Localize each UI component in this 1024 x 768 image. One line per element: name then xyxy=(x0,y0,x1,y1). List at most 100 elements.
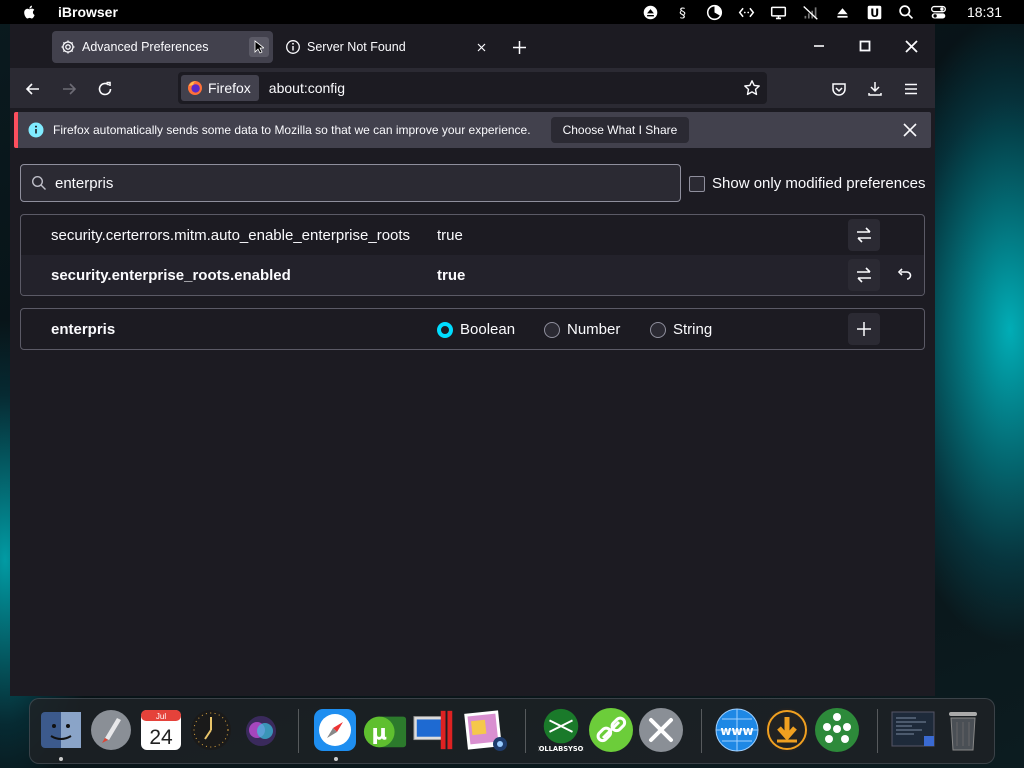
menu-button[interactable] xyxy=(898,76,924,102)
close-notification-icon[interactable] xyxy=(901,121,919,139)
type-radio-string[interactable]: String xyxy=(650,321,712,338)
photo-preview-icon[interactable] xyxy=(462,707,508,753)
upload-icon[interactable] xyxy=(827,0,859,24)
preference-name: security.certerrors.mitm.auto_enable_ent… xyxy=(51,226,411,244)
firefox-icon xyxy=(188,81,202,95)
close-icon xyxy=(904,39,918,53)
preference-value[interactable]: true xyxy=(437,227,463,244)
show-modified-label: Show only modified preferences xyxy=(712,175,926,192)
radio-unselected[interactable] xyxy=(544,321,560,338)
info-icon xyxy=(286,40,300,54)
dollar-icon[interactable]: § xyxy=(667,0,699,24)
no-signal-icon[interactable] xyxy=(795,0,827,24)
www-icon[interactable]: www xyxy=(714,707,760,753)
svg-text:µ: µ xyxy=(371,720,387,745)
maximize-icon xyxy=(859,40,871,52)
eject-icon[interactable] xyxy=(635,0,667,24)
new-tab-button[interactable] xyxy=(508,36,530,58)
download-icon xyxy=(868,82,882,96)
launchpad-icon[interactable] xyxy=(88,707,134,753)
finder-icon[interactable] xyxy=(38,707,84,753)
telemetry-notification: Firefox automatically sends some data to… xyxy=(14,112,931,148)
reload-icon xyxy=(98,81,112,96)
info-icon xyxy=(28,122,44,138)
about-config-page: enterpris Show only modified preferences… xyxy=(10,152,935,696)
pocket-icon xyxy=(832,83,846,96)
collabsysos-icon[interactable]: COLLABSYSOS xyxy=(538,707,584,753)
search-icon xyxy=(31,175,46,190)
reload-button[interactable] xyxy=(92,76,118,102)
menubar-clock[interactable]: 18:31 xyxy=(967,4,1002,20)
close-tab-button[interactable] xyxy=(249,37,269,57)
pie-chart-icon[interactable] xyxy=(699,0,731,24)
url-bar[interactable]: Firefox about:config xyxy=(178,72,767,104)
close-window-button[interactable] xyxy=(888,24,934,68)
tab-advanced-preferences[interactable]: Advanced Preferences xyxy=(52,31,273,63)
minimize-button[interactable] xyxy=(796,24,842,68)
toggle-arrows-icon xyxy=(857,267,871,283)
close-tab-button[interactable] xyxy=(473,39,489,55)
radio-label: Number xyxy=(567,321,621,338)
radio-unselected[interactable] xyxy=(650,321,666,338)
code-icon[interactable] xyxy=(731,0,763,24)
u-badge-icon[interactable]: U xyxy=(859,0,891,24)
clock-icon[interactable] xyxy=(188,707,234,753)
show-modified-checkbox[interactable]: Show only modified preferences xyxy=(689,175,925,192)
url-text[interactable]: about:config xyxy=(269,80,345,96)
running-indicator xyxy=(59,757,63,761)
svg-text:www: www xyxy=(720,724,753,738)
identity-box[interactable]: Firefox xyxy=(181,75,259,101)
type-radio-boolean[interactable]: Boolean xyxy=(437,321,515,338)
maximize-button[interactable] xyxy=(842,24,888,68)
preferences-table: security.certerrors.mitm.auto_enable_ent… xyxy=(20,214,925,296)
downloads-button[interactable] xyxy=(862,76,888,102)
pocket-button[interactable] xyxy=(826,76,852,102)
radio-label: Boolean xyxy=(460,321,516,338)
dock-separator xyxy=(877,709,878,753)
arrow-left-icon xyxy=(25,83,39,95)
calendar-icon[interactable]: Jul 24 xyxy=(138,707,184,753)
reset-button[interactable] xyxy=(888,259,920,291)
browser-window: Advanced Preferences Server Not Found Fi… xyxy=(10,24,935,696)
toggle-button[interactable] xyxy=(848,219,880,251)
cursor-icon xyxy=(254,40,264,54)
plus-icon xyxy=(512,40,526,54)
add-preference-button[interactable] xyxy=(848,313,880,345)
radio-selected[interactable] xyxy=(437,321,453,338)
screenshot-icon[interactable] xyxy=(890,707,936,753)
trash-icon[interactable] xyxy=(940,707,986,753)
type-radio-number[interactable]: Number xyxy=(544,321,620,338)
parallels-icon[interactable] xyxy=(412,707,458,753)
siri-icon[interactable] xyxy=(238,707,284,753)
plus-icon xyxy=(857,322,871,336)
undo-icon xyxy=(897,268,912,280)
tab-server-not-found[interactable]: Server Not Found xyxy=(277,31,497,63)
checkbox[interactable] xyxy=(689,175,705,192)
tools-icon[interactable] xyxy=(638,707,684,753)
preference-value[interactable]: true xyxy=(437,267,465,284)
tab-title: Advanced Preferences xyxy=(82,40,209,54)
back-button[interactable] xyxy=(20,76,46,102)
forward-button[interactable] xyxy=(56,76,82,102)
hamburger-menu-icon xyxy=(905,83,917,95)
bookmark-star-icon[interactable] xyxy=(743,79,761,97)
control-center-icon[interactable] xyxy=(923,0,955,24)
preference-row-modified: security.enterprise_roots.enabled true xyxy=(21,255,924,295)
utorrent-icon[interactable]: µ xyxy=(362,707,408,753)
monitor-icon[interactable] xyxy=(763,0,795,24)
arrow-right-icon xyxy=(63,83,77,95)
running-indicator xyxy=(334,757,338,761)
apple-icon[interactable] xyxy=(22,4,38,20)
app-name[interactable]: iBrowser xyxy=(58,4,118,20)
network-icon[interactable] xyxy=(814,707,860,753)
preference-search-input[interactable]: enterpris xyxy=(20,164,681,202)
choose-what-i-share-button[interactable]: Choose What I Share xyxy=(550,117,690,143)
toggle-button[interactable] xyxy=(848,259,880,291)
nav-bar: Firefox about:config xyxy=(10,68,935,108)
download-icon[interactable] xyxy=(764,707,810,753)
link-icon[interactable] xyxy=(588,707,634,753)
new-preference-name: enterpris xyxy=(51,321,116,338)
safari-icon[interactable] xyxy=(312,707,358,753)
search-icon[interactable] xyxy=(891,0,923,24)
menu-bar: iBrowser § U 18:31 xyxy=(0,0,1024,24)
